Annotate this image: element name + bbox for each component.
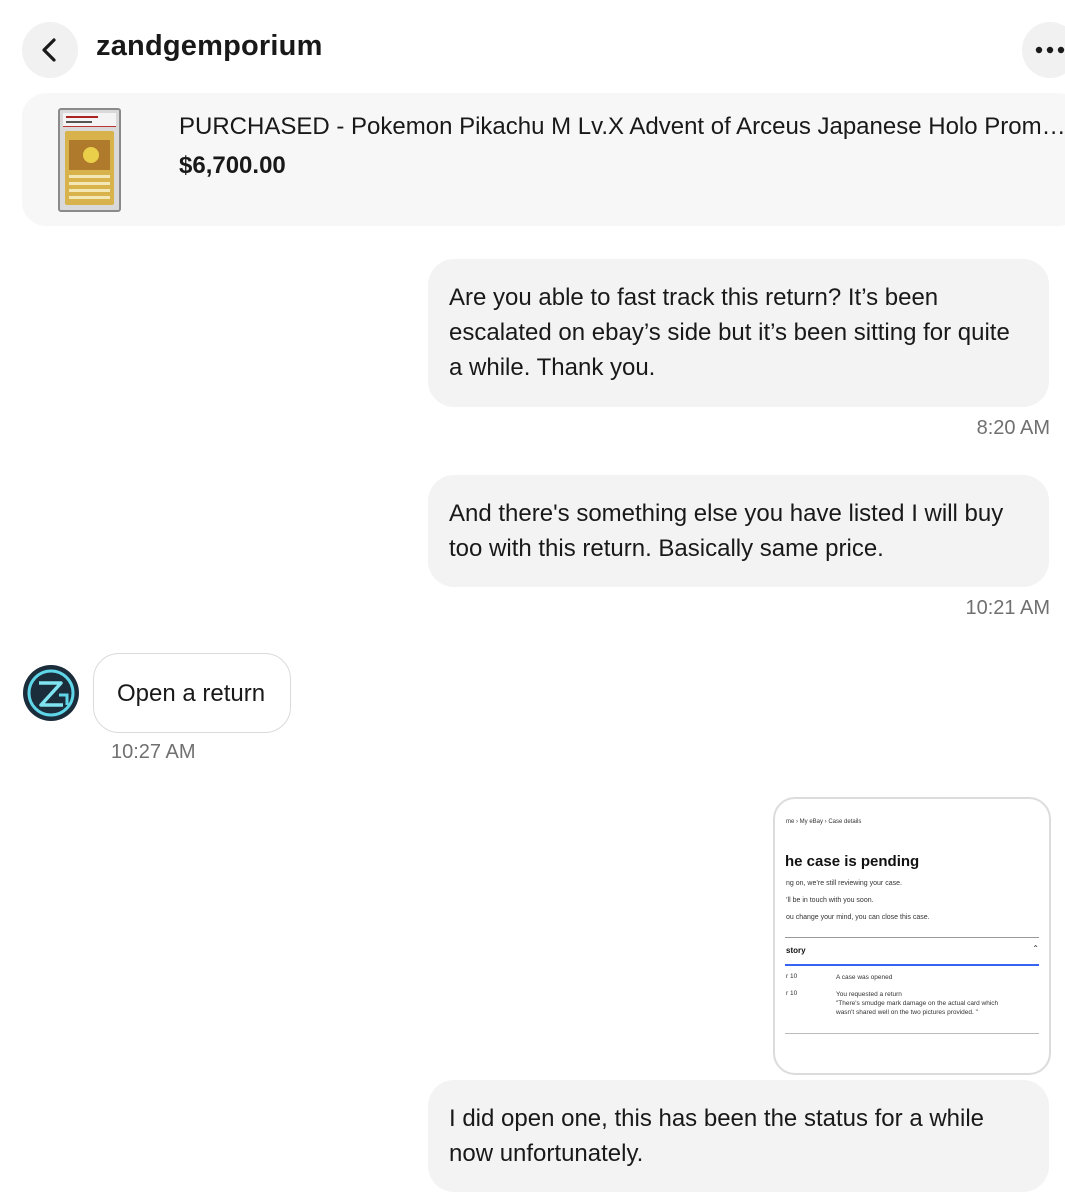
- chevron-left-icon: [42, 38, 56, 62]
- message-bubble-outgoing: I did open one, this has been the status…: [428, 1080, 1049, 1192]
- screenshot-text: ng on, we’re still reviewing your case.: [786, 880, 902, 887]
- seller-logo-icon: [27, 669, 75, 717]
- message-bubble-incoming: Open a return: [93, 653, 291, 733]
- screenshot-text: ou change your mind, you can close this …: [786, 914, 930, 921]
- more-horizontal-icon: [1035, 46, 1065, 54]
- more-options-button[interactable]: [1022, 22, 1065, 78]
- conversation-title: zandgemporium: [96, 30, 323, 62]
- screenshot-event-date: r 10: [786, 990, 798, 997]
- screenshot-event-text: A case was opened: [836, 974, 893, 981]
- message-line: now unfortunately.: [449, 1140, 644, 1167]
- seller-avatar[interactable]: [23, 665, 79, 721]
- screenshot-event-text: wasn't shared well on the two pictures p…: [836, 1009, 978, 1016]
- item-thumbnail: [58, 108, 121, 212]
- message-line: too with this return. Basically same pri…: [449, 535, 884, 562]
- message-bubble-outgoing: And there's something else you have list…: [428, 475, 1049, 587]
- message-line: I did open one, this has been the status…: [449, 1105, 985, 1132]
- message-bubble-outgoing: Are you able to fast track this return? …: [428, 259, 1049, 407]
- message-timestamp: 10:21 AM: [965, 597, 1050, 619]
- message-timestamp: 10:27 AM: [111, 741, 196, 763]
- screenshot-heading: he case is pending: [785, 853, 920, 870]
- screenshot-history-label: story: [786, 946, 806, 955]
- message-timestamp: 8:20 AM: [976, 417, 1050, 439]
- listing-card[interactable]: PURCHASED - Pokemon Pikachu M Lv.X Adven…: [22, 93, 1065, 226]
- item-title: PURCHASED - Pokemon Pikachu M Lv.X Adven…: [179, 113, 1065, 140]
- screenshot-event-date: r 10: [786, 973, 798, 980]
- attached-screenshot[interactable]: me › My eBay › Case details he case is p…: [773, 797, 1051, 1075]
- back-button[interactable]: [22, 22, 78, 78]
- screenshot-event-text: You requested a return: [836, 991, 902, 998]
- message-line: escalated on ebay’s side but it’s been s…: [449, 319, 1010, 346]
- chevron-up-icon: ⌃: [1032, 944, 1039, 953]
- message-line: a while. Thank you.: [449, 354, 656, 381]
- item-price: $6,700.00: [179, 152, 286, 179]
- message-line: Are you able to fast track this return? …: [449, 284, 939, 311]
- screenshot-text: ’ll be in touch with you soon.: [786, 897, 874, 904]
- screenshot-event-text: "There's smudge mark damage on the actua…: [836, 1000, 999, 1007]
- screenshot-breadcrumb: me › My eBay › Case details: [786, 819, 862, 825]
- message-line: And there's something else you have list…: [449, 500, 1004, 527]
